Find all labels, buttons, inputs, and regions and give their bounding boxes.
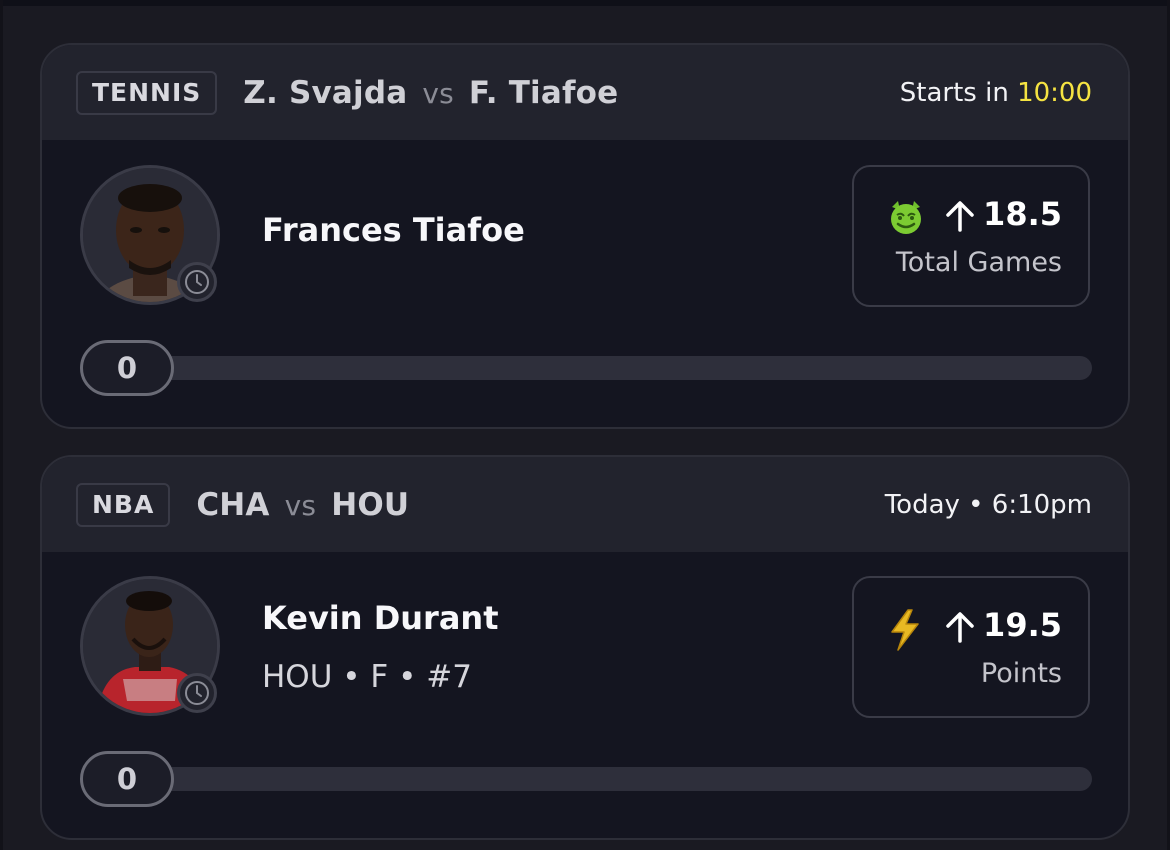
prop-box[interactable]: 19.5 Points: [852, 576, 1090, 718]
player-name: Kevin Durant: [262, 599, 499, 637]
team-away: HOU: [331, 486, 410, 523]
progress-value: 0: [80, 751, 174, 807]
progress-value: 0: [80, 340, 174, 396]
prop-box[interactable]: 18.5 Total Games: [852, 165, 1090, 307]
progress-track: [122, 356, 1092, 380]
pick-card-tiafoe[interactable]: TENNIS Z. Svajda vs F. Tiafoe Starts in …: [40, 43, 1130, 429]
start-time: Today • 6:10pm: [885, 490, 1092, 520]
avatar[interactable]: [80, 576, 220, 716]
arrow-up-icon: [944, 199, 976, 237]
progress-track: [122, 767, 1092, 791]
pick-card-durant[interactable]: NBA CHA vs HOU Today • 6:10pm Kevin Dura…: [40, 455, 1130, 840]
team-away: F. Tiafoe: [468, 74, 619, 111]
card-header: TENNIS Z. Svajda vs F. Tiafoe Starts in …: [42, 45, 1128, 140]
arrow-up-icon: [944, 610, 976, 648]
clock-icon: [177, 673, 217, 713]
clock-icon: [177, 262, 217, 302]
prop-line: 19.5: [983, 606, 1062, 644]
left-edge: [0, 0, 3, 850]
player-info: HOU • F • #7: [262, 659, 472, 695]
league-tag: NBA: [76, 482, 171, 527]
prop-stat: Total Games: [895, 247, 1062, 278]
matchup: CHA vs HOU: [196, 487, 409, 523]
vs-label: vs: [422, 76, 454, 110]
team-home: CHA: [196, 486, 270, 523]
top-bar: [0, 0, 1170, 6]
lightning-bolt-icon: [886, 608, 926, 656]
prop-line: 18.5: [983, 195, 1062, 233]
start-label: Today • 6:10pm: [884, 489, 1092, 520]
matchup: Z. Svajda vs F. Tiafoe: [243, 75, 618, 111]
start-time: Starts in 10:00: [900, 78, 1092, 108]
devil-emoji-icon: [886, 197, 926, 241]
start-label: Starts in: [899, 77, 1009, 108]
avatar[interactable]: [80, 165, 220, 305]
vs-label: vs: [284, 488, 317, 522]
team-home: Z. Svajda: [243, 74, 408, 111]
player-name: Frances Tiafoe: [262, 211, 525, 249]
prop-stat: Points: [980, 658, 1062, 689]
league-tag: TENNIS: [76, 70, 218, 115]
countdown-timer: 10:00: [1017, 77, 1092, 108]
card-header: NBA CHA vs HOU Today • 6:10pm: [42, 457, 1128, 552]
